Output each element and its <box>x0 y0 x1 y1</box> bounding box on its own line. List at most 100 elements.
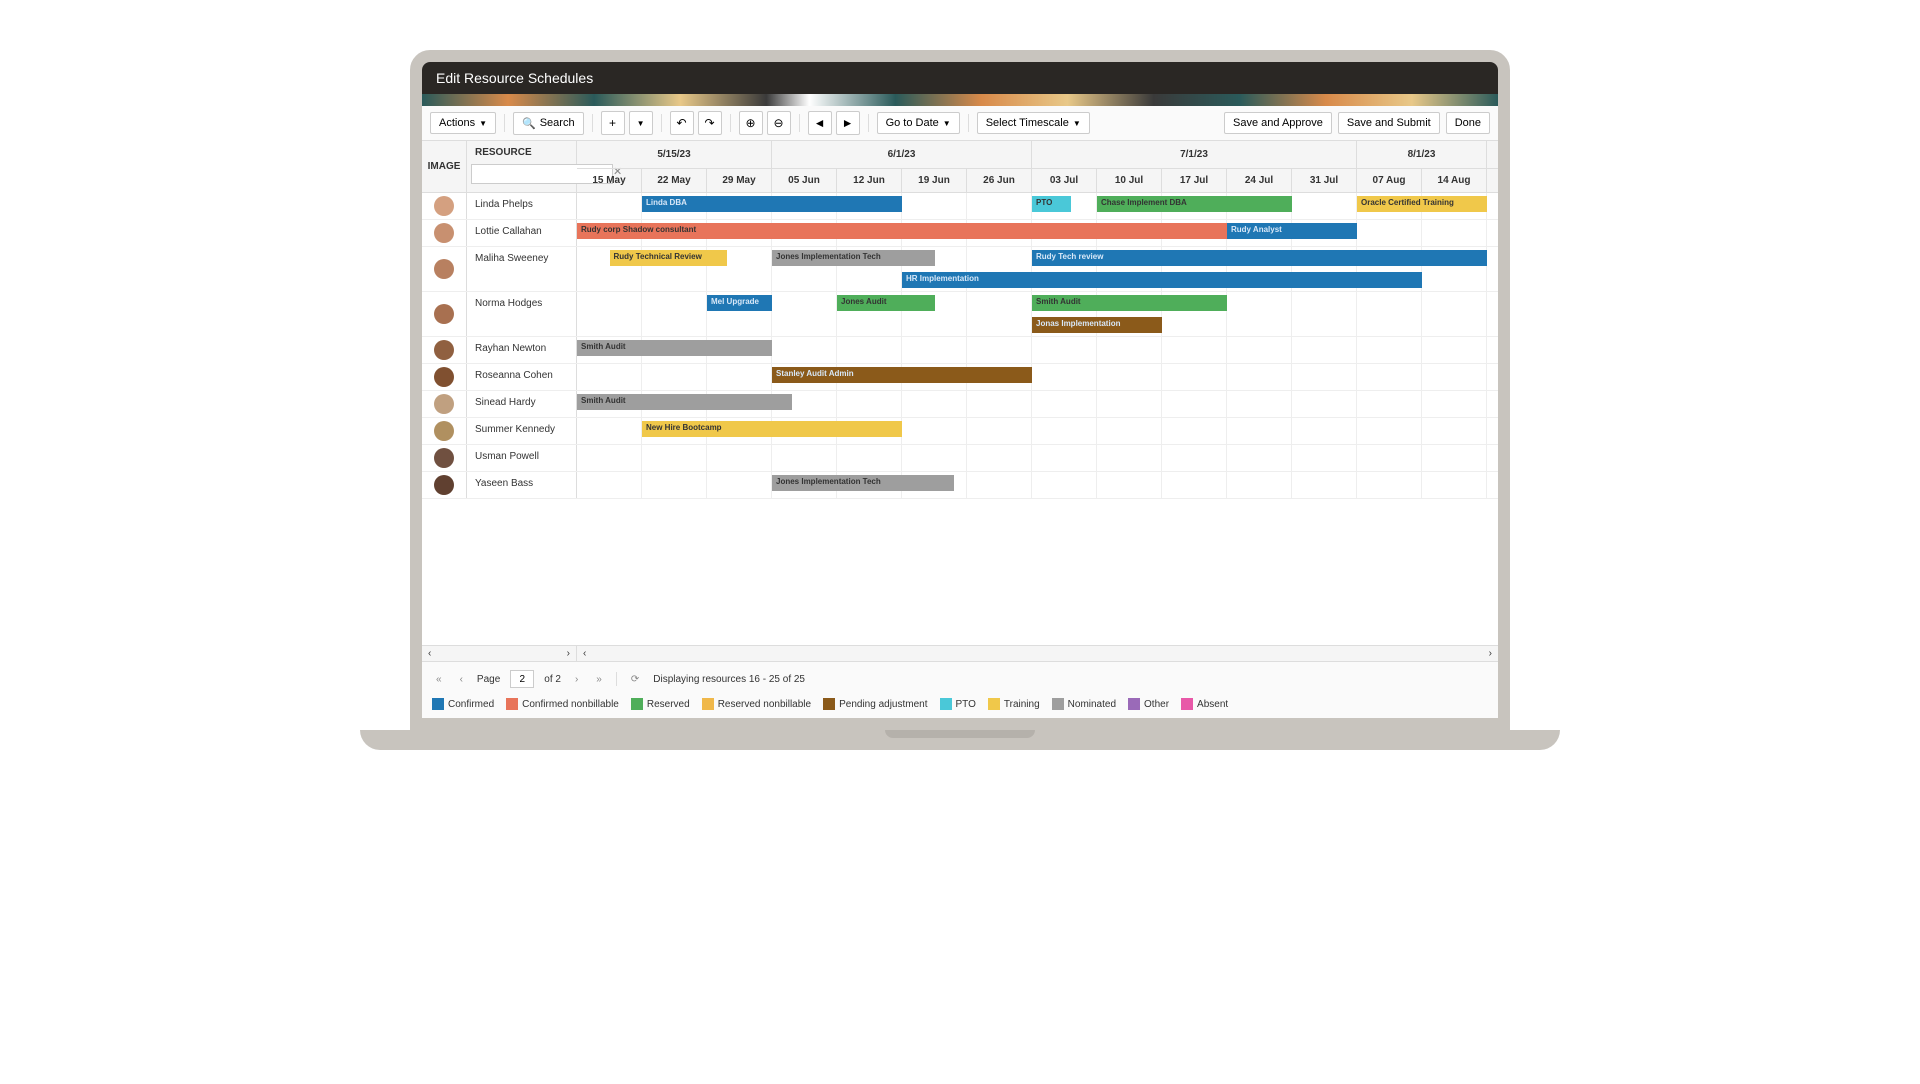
resource-name[interactable]: Linda Phelps <box>467 193 577 219</box>
done-button[interactable]: Done <box>1446 112 1490 134</box>
displaying-label: Displaying resources 16 - 25 of 25 <box>653 674 805 685</box>
schedule-bar[interactable]: Jones Implementation Tech <box>772 250 935 266</box>
page-last-button[interactable]: » <box>592 674 606 685</box>
avatar <box>434 448 454 468</box>
scroll-left-icon[interactable]: ‹ <box>583 648 586 659</box>
page-title: Edit Resource Schedules <box>436 70 593 86</box>
legend-swatch <box>432 698 444 710</box>
resource-name[interactable]: Roseanna Cohen <box>467 364 577 390</box>
decorative-strip <box>422 94 1498 106</box>
legend-label: Pending adjustment <box>839 699 927 710</box>
legend-label: Nominated <box>1068 699 1116 710</box>
resource-name[interactable]: Usman Powell <box>467 445 577 471</box>
schedule-bar[interactable]: Jones Implementation Tech <box>772 475 954 491</box>
avatar <box>434 421 454 441</box>
schedule-bar[interactable]: Linda DBA <box>642 196 902 212</box>
schedule-bar[interactable]: Jonas Implementation <box>1032 317 1162 333</box>
title-bar: Edit Resource Schedules <box>422 62 1498 94</box>
page-prev-button[interactable]: ‹ <box>456 674 467 685</box>
schedule-bar[interactable]: Rudy corp Shadow consultant <box>577 223 1227 239</box>
page-next-button[interactable]: › <box>571 674 582 685</box>
resource-name[interactable]: Summer Kennedy <box>467 418 577 444</box>
schedule-bar[interactable]: Smith Audit <box>577 394 792 410</box>
save-submit-button[interactable]: Save and Submit <box>1338 112 1440 134</box>
schedule-bar[interactable]: PTO <box>1032 196 1071 212</box>
caret-down-icon: ▼ <box>943 119 951 128</box>
schedule-bar[interactable]: Mel Upgrade <box>707 295 772 311</box>
add-dropdown-button[interactable]: ▼ <box>629 111 653 135</box>
schedule-bar[interactable]: Smith Audit <box>577 340 772 356</box>
schedule-bar[interactable]: Smith Audit <box>1032 295 1227 311</box>
resource-row: Sinead HardySmith Audit <box>422 391 1498 418</box>
page-input[interactable] <box>510 670 534 688</box>
prev-button[interactable]: ◄ <box>808 111 832 135</box>
caret-down-icon: ▼ <box>1073 119 1081 128</box>
schedule-grid: IMAGE RESOURCE ✕ 5/15/236/1/237/1/238/1/… <box>422 141 1498 662</box>
undo-button[interactable]: ↶ <box>670 111 694 135</box>
month-header: 8/1/23 <box>1357 141 1487 168</box>
resource-row: Norma Hodges Mel Upgrade Jones Audit Smith … <box>422 292 1498 337</box>
search-icon: 🔍 <box>522 117 536 130</box>
horizontal-scrollbar[interactable]: ‹ › ‹ › <box>422 645 1498 661</box>
week-header: 29 May <box>707 169 772 192</box>
resource-row: Summer Kennedy New Hire Bootcamp <box>422 418 1498 445</box>
add-button[interactable]: + <box>601 111 625 135</box>
legend-label: Reserved <box>647 699 690 710</box>
scroll-right-icon[interactable]: › <box>567 648 570 659</box>
resource-row: Roseanna Cohen Stanley Audit Admin <box>422 364 1498 391</box>
select-timescale-button[interactable]: Select Timescale ▼ <box>977 112 1090 134</box>
week-header: 05 Jun <box>772 169 837 192</box>
schedule-bar[interactable]: Rudy Tech review <box>1032 250 1487 266</box>
refresh-button[interactable]: ⟳ <box>627 674 643 685</box>
resource-row: Lottie CallahanRudy corp Shadow consulta… <box>422 220 1498 247</box>
zoom-in-button[interactable]: ⊕ <box>739 111 763 135</box>
legend-swatch <box>988 698 1000 710</box>
week-header: 24 Jul <box>1227 169 1292 192</box>
week-header: 17 Jul <box>1162 169 1227 192</box>
save-approve-button[interactable]: Save and Approve <box>1224 112 1332 134</box>
actions-button[interactable]: Actions ▼ <box>430 112 496 134</box>
scroll-left-icon[interactable]: ‹ <box>428 648 431 659</box>
resource-name[interactable]: Rayhan Newton <box>467 337 577 363</box>
resource-name[interactable]: Lottie Callahan <box>467 220 577 246</box>
redo-button[interactable]: ↷ <box>698 111 722 135</box>
go-to-date-button[interactable]: Go to Date ▼ <box>877 112 960 134</box>
schedule-bar[interactable]: Rudy Analyst <box>1227 223 1357 239</box>
legend-swatch <box>823 698 835 710</box>
schedule-bar[interactable]: Jones Audit <box>837 295 935 311</box>
resource-row: Linda Phelps Linda DBA PTO Chase Implement … <box>422 193 1498 220</box>
week-header: 15 May <box>577 169 642 192</box>
schedule-bar[interactable]: New Hire Bootcamp <box>642 421 902 437</box>
resource-name[interactable]: Sinead Hardy <box>467 391 577 417</box>
grid-header: IMAGE RESOURCE ✕ 5/15/236/1/237/1/238/1/… <box>422 141 1498 193</box>
plus-icon: + <box>609 116 616 130</box>
zoom-out-icon: ⊖ <box>774 116 784 130</box>
legend-label: Reserved nonbillable <box>718 699 811 710</box>
resource-name[interactable]: Yaseen Bass <box>467 472 577 498</box>
zoom-out-button[interactable]: ⊖ <box>767 111 791 135</box>
legend-label: Confirmed nonbillable <box>522 699 619 710</box>
next-button[interactable]: ► <box>836 111 860 135</box>
legend-label: Confirmed <box>448 699 494 710</box>
schedule-bar[interactable]: Chase Implement DBA <box>1097 196 1292 212</box>
search-button[interactable]: 🔍 Search <box>513 112 584 135</box>
schedule-bar[interactable]: Oracle Certified Training <box>1357 196 1487 212</box>
week-header: 31 Jul <box>1292 169 1357 192</box>
month-header: 5/15/23 <box>577 141 772 168</box>
resource-name[interactable]: Norma Hodges <box>467 292 577 336</box>
week-header: 10 Jul <box>1097 169 1162 192</box>
page-of-label: of 2 <box>544 674 561 685</box>
resource-row: Maliha Sweeney Rudy Technical Review Jones… <box>422 247 1498 292</box>
avatar <box>434 196 454 216</box>
schedule-bar[interactable]: HR Implementation <box>902 272 1422 288</box>
redo-icon: ↷ <box>705 116 715 130</box>
scroll-right-icon[interactable]: › <box>1489 648 1492 659</box>
image-column-header: IMAGE <box>422 141 467 192</box>
avatar <box>434 475 454 495</box>
schedule-bar[interactable]: Rudy Technical Review <box>610 250 727 266</box>
legend-item: Pending adjustment <box>823 698 927 710</box>
resource-name[interactable]: Maliha Sweeney <box>467 247 577 291</box>
page-first-button[interactable]: « <box>432 674 446 685</box>
schedule-bar[interactable]: Stanley Audit Admin <box>772 367 1032 383</box>
legend-item: Confirmed nonbillable <box>506 698 619 710</box>
